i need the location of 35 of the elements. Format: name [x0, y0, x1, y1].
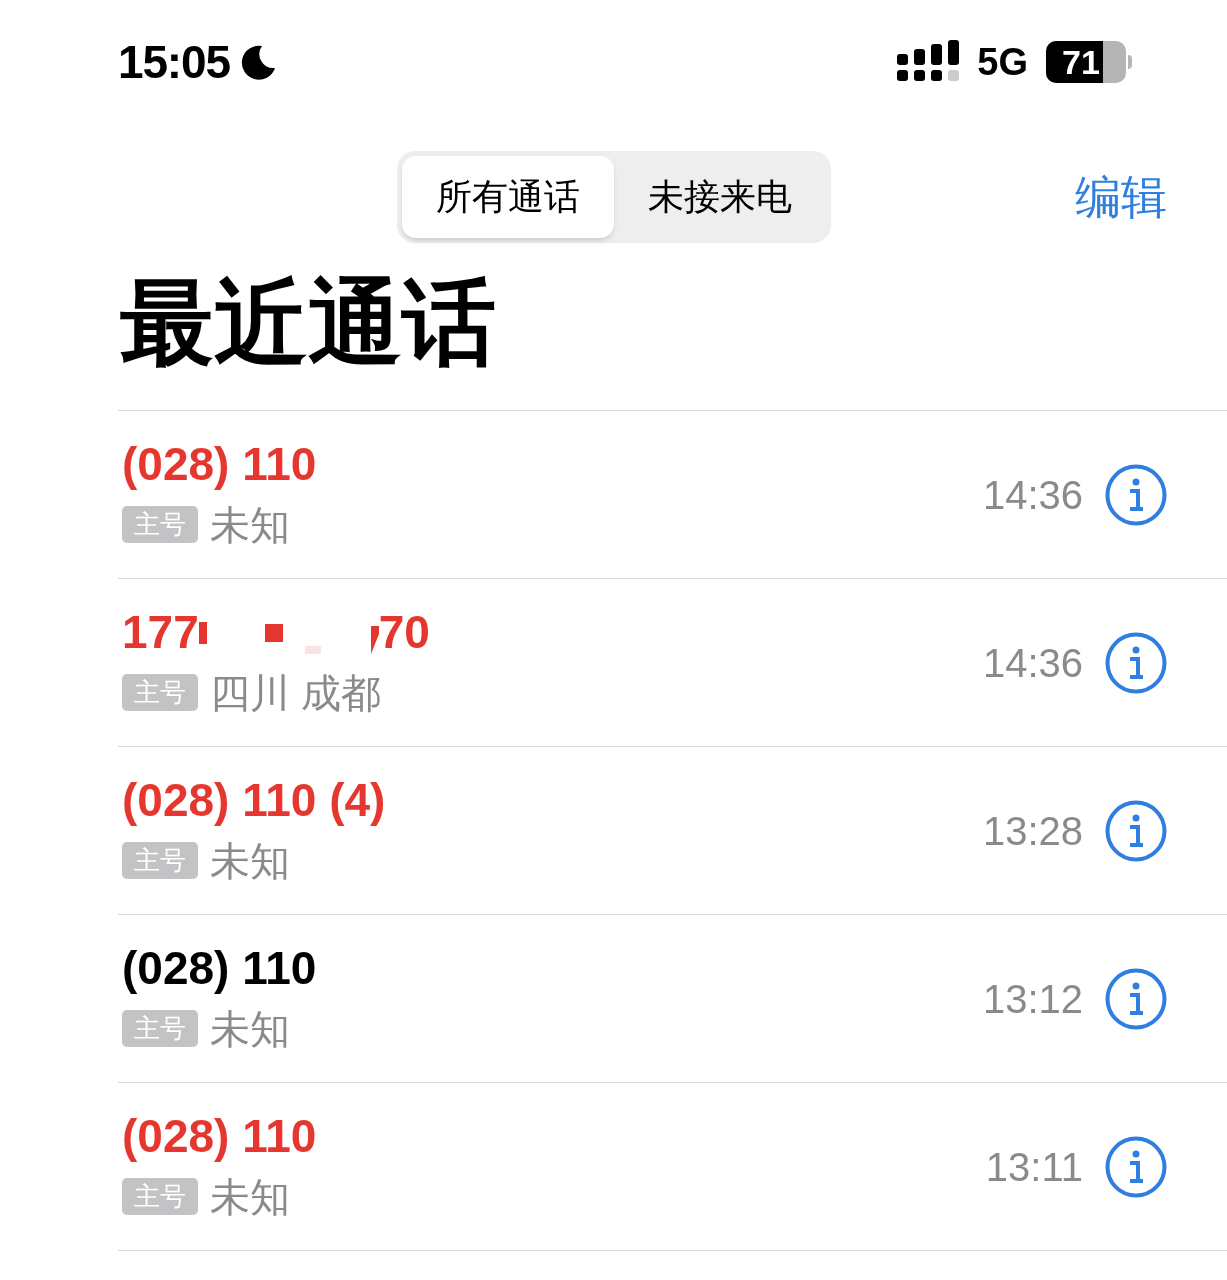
page-title: 最近通话 [119, 276, 497, 377]
phone-number: 70 [378, 608, 430, 655]
tag-label: 主号 [122, 506, 198, 543]
clock: 15:05 [118, 34, 230, 90]
network-label: 5G [977, 39, 1028, 85]
segment-tab[interactable]: 所有通话 [401, 156, 614, 238]
location-label: 未知 [210, 501, 290, 549]
info-icon[interactable] [1105, 799, 1167, 862]
segment-tab[interactable]: 未接来电 [613, 156, 826, 238]
call-row[interactable]: (028) 110 主号 未知 14:36 [118, 411, 1227, 579]
call-time: 14:36 [982, 639, 1083, 687]
call-time: 14:36 [982, 471, 1083, 519]
location-label: 未知 [210, 1005, 290, 1053]
info-icon[interactable] [1105, 967, 1167, 1030]
battery-percentage: 71 [1061, 45, 1100, 79]
tag-label: 主号 [122, 1010, 198, 1047]
tag-label: 主号 [122, 1178, 198, 1215]
phone-number: 177 [122, 608, 199, 655]
tag-label: 主号 [122, 674, 198, 711]
tag-label: 主号 [122, 842, 198, 879]
call-row[interactable]: (028) 110 主号 未知 13:12 [118, 915, 1227, 1083]
call-time: 13:12 [982, 975, 1083, 1023]
signal-icon [897, 40, 960, 84]
call-row[interactable]: 177 70 主号 四川 成都 14:36 [118, 579, 1227, 747]
info-icon[interactable] [1105, 1135, 1167, 1198]
call-time: 13:11 [985, 1143, 1083, 1191]
info-icon[interactable] [1105, 631, 1167, 694]
info-icon[interactable] [1105, 463, 1167, 526]
call-row[interactable]: (028) 110 (4) 主号 未知 13:28 [118, 747, 1227, 915]
location-label: 未知 [210, 837, 290, 885]
call-row[interactable]: (028) 110 主号 未知 13:11 [118, 1083, 1227, 1251]
call-time: 13:28 [982, 807, 1083, 855]
edit-button[interactable]: 编辑 [1075, 162, 1167, 232]
location-label: 四川 成都 [210, 669, 382, 717]
location-label: 未知 [210, 1173, 290, 1221]
